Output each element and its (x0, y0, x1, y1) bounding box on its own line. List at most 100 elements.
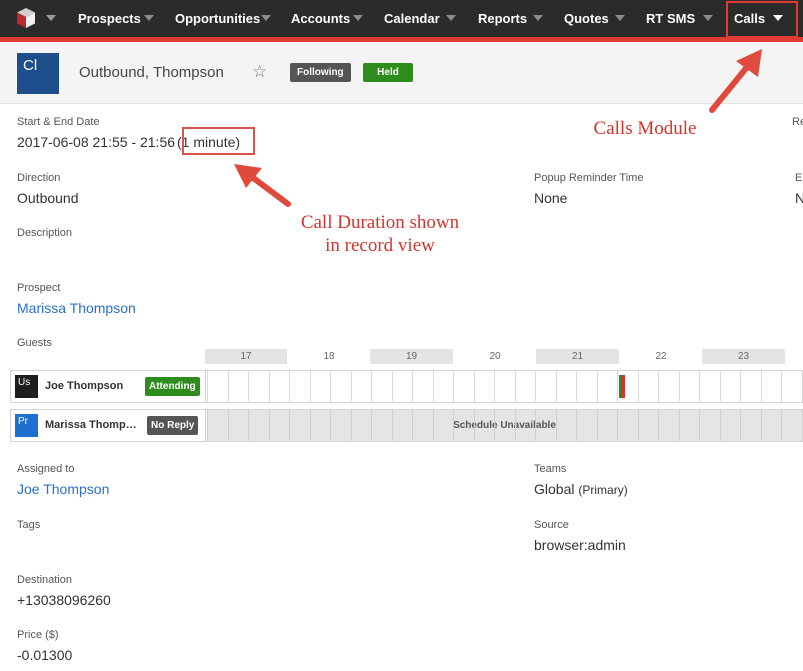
time-slot (555, 371, 577, 402)
time-slot (248, 410, 250, 441)
time-slot (227, 410, 229, 441)
hour-20: 20 (489, 351, 501, 362)
time-slot (678, 410, 680, 441)
prospects-chevron-down-icon[interactable] (144, 15, 154, 21)
time-slot (227, 371, 249, 402)
time-slot (760, 371, 782, 402)
assigned-link[interactable]: Joe Thompson (17, 481, 109, 497)
quotes-chevron-down-icon[interactable] (615, 15, 625, 21)
source-value[interactable]: browser:admin (534, 537, 626, 553)
favorite-star-icon[interactable]: ☆ (252, 63, 267, 81)
time-slot (658, 410, 660, 441)
following-button[interactable]: Following (290, 63, 351, 82)
time-slot (596, 371, 618, 402)
schedule-unavailable: Schedule Unavailable (207, 410, 802, 441)
time-slot (678, 371, 700, 402)
time-slot (432, 371, 454, 402)
time-slot (555, 410, 557, 441)
logo-chevron-down-icon[interactable] (46, 15, 56, 21)
call-time-marker-end (622, 375, 625, 398)
guest-schedule: Schedule Unavailable (207, 410, 802, 441)
calendar-chevron-down-icon[interactable] (446, 15, 456, 21)
time-slot (596, 410, 598, 441)
time-slot (289, 371, 310, 402)
email-reminder-value[interactable]: N (795, 190, 803, 206)
calls-arrow-icon (709, 49, 762, 113)
time-slot (207, 371, 228, 402)
status-badge: Held (363, 63, 413, 82)
time-slot (514, 410, 516, 441)
start-end-label: Start & End Date (17, 116, 100, 128)
time-slot (740, 410, 742, 441)
time-slot (699, 410, 701, 441)
time-slot (371, 410, 373, 441)
hour-19: 19 (370, 349, 453, 364)
time-slot (207, 410, 208, 441)
prospect-link[interactable]: Marissa Thompson (17, 300, 136, 316)
calls-module-annotation: Calls Module (593, 118, 697, 139)
nav-opportunities[interactable]: Opportunities (175, 0, 260, 37)
assigned-label: Assigned to (17, 463, 75, 475)
guests-label: Guests (17, 337, 52, 349)
guest-schedule (207, 371, 802, 402)
time-slot (494, 371, 515, 402)
time-slot (637, 371, 659, 402)
nav-prospects[interactable]: Prospects (78, 0, 141, 37)
duration-annotation-line-1: Call Duration shown (300, 212, 460, 233)
duration-highlight-box (182, 127, 255, 155)
opportunities-chevron-down-icon[interactable] (261, 15, 271, 21)
time-slot (268, 371, 290, 402)
time-slot (699, 371, 720, 402)
time-slot (350, 410, 352, 441)
time-slot (719, 410, 721, 441)
time-slot (309, 371, 331, 402)
hour-17: 17 (205, 349, 287, 364)
time-slot (268, 410, 270, 441)
reports-chevron-down-icon[interactable] (533, 15, 543, 21)
hour-18: 18 (323, 351, 335, 362)
destination-label: Destination (17, 574, 73, 586)
accounts-chevron-down-icon[interactable] (353, 15, 363, 21)
time-slot (309, 410, 311, 441)
time-slot (453, 410, 455, 441)
record-title: Outbound, Thompson (79, 64, 224, 81)
destination-value[interactable]: +13038096260 (17, 592, 111, 608)
app-logo-icon[interactable] (16, 7, 36, 29)
guest-name[interactable]: Joe Thompson (45, 371, 123, 402)
duration-annotation-line-2: in record view (325, 235, 435, 256)
primary-tag: (Primary) (578, 483, 628, 497)
time-slot (494, 410, 496, 441)
popup-reminder-value[interactable]: None (534, 190, 567, 206)
time-slot (760, 410, 762, 441)
related-label: Re (792, 116, 803, 128)
time-slot (535, 371, 556, 402)
popup-reminder-label: Popup Reminder Time (534, 172, 644, 184)
nav-rt-sms[interactable]: RT SMS (646, 0, 695, 37)
guest-status-badge: Attending (145, 377, 200, 396)
time-slot (371, 371, 392, 402)
time-slot (432, 410, 434, 441)
teams-value[interactable]: Global (Primary) (534, 481, 628, 497)
nav-accounts[interactable]: Accounts (291, 0, 350, 37)
time-slot (412, 410, 414, 441)
guest-status-badge: No Reply (147, 416, 199, 435)
guest-row: Pr Marissa Thomp… No Reply Schedule Unav… (10, 409, 803, 442)
time-slot (248, 371, 269, 402)
rt-sms-chevron-down-icon[interactable] (703, 15, 713, 21)
guest-avatar: Pr (15, 414, 38, 437)
direction-label: Direction (17, 172, 61, 184)
nav-quotes[interactable]: Quotes (564, 0, 609, 37)
calls-highlight-box (726, 1, 798, 38)
time-slot (350, 371, 372, 402)
guest-info: Us Joe Thompson Attending (11, 371, 206, 402)
nav-calendar[interactable]: Calendar (384, 0, 440, 37)
time-slot (719, 371, 741, 402)
nav-reports[interactable]: Reports (478, 0, 527, 37)
guest-name[interactable]: Marissa Thomp… (45, 410, 137, 441)
direction-value[interactable]: Outbound (17, 190, 79, 206)
hour-22: 22 (655, 351, 667, 362)
duration-annotation: Call Duration shown in record view (270, 211, 490, 257)
time-slot (514, 371, 536, 402)
record-avatar: Cl (17, 53, 59, 94)
price-value[interactable]: -0.01300 (17, 647, 72, 663)
